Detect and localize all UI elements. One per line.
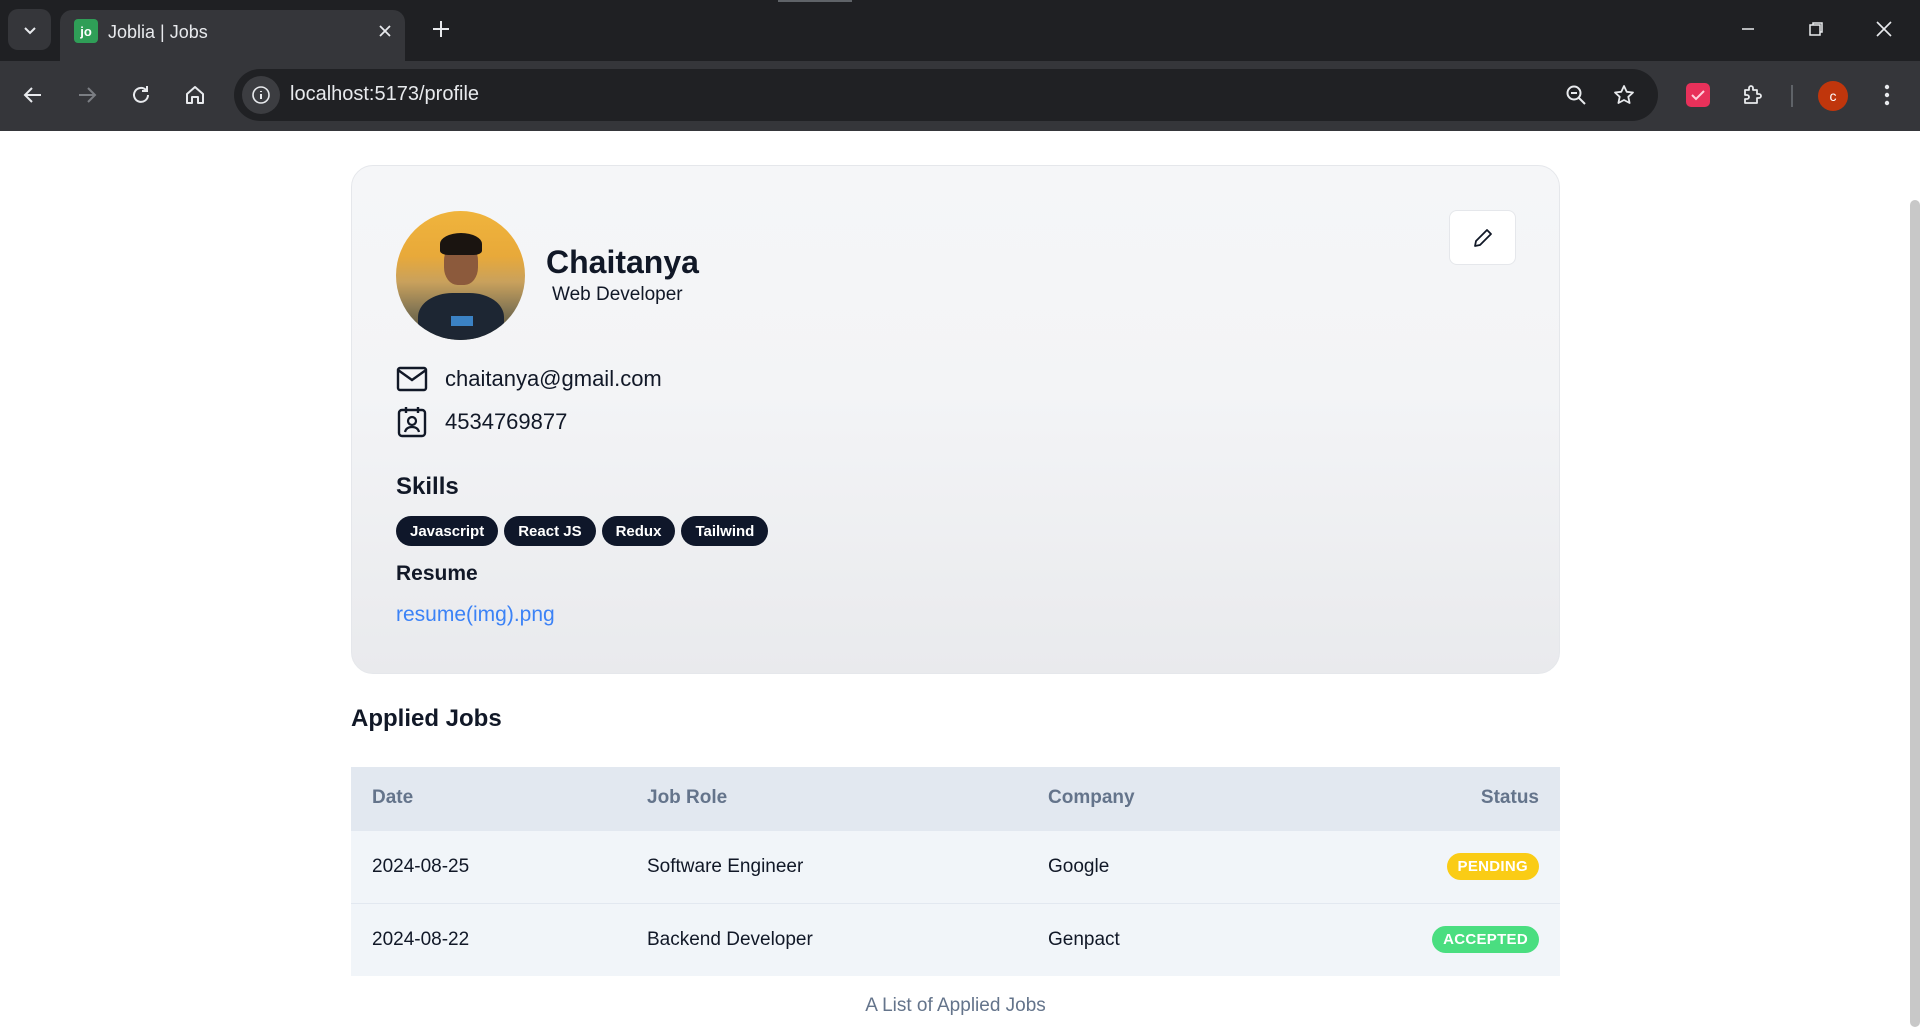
- chevron-down-icon: [23, 26, 36, 34]
- column-header-date: Date: [351, 767, 626, 830]
- browser-toolbar: localhost:5173/profile c: [0, 61, 1920, 131]
- home-button[interactable]: [175, 75, 215, 115]
- forward-button[interactable]: [67, 75, 107, 115]
- new-tab-button[interactable]: [424, 12, 458, 46]
- column-header-job-role: Job Role: [626, 767, 1027, 830]
- job-company: Google: [1027, 829, 1274, 903]
- column-header-status: Status: [1273, 767, 1560, 830]
- column-header-company: Company: [1027, 767, 1274, 830]
- tab-search-button[interactable]: [8, 9, 51, 50]
- zoom-out-icon: [1566, 85, 1586, 105]
- home-icon: [186, 86, 204, 104]
- arrow-left-icon: [23, 87, 41, 103]
- profile-role: Web Developer: [552, 284, 683, 305]
- skill-badge: Tailwind: [681, 516, 769, 546]
- applied-jobs-heading: Applied Jobs: [351, 705, 502, 732]
- close-icon: [379, 25, 391, 37]
- skill-badge: React JS: [504, 516, 596, 546]
- table-caption: A List of Applied Jobs: [865, 995, 1046, 1016]
- info-icon: [252, 86, 270, 104]
- email-row: chaitanya@gmail.com: [396, 363, 662, 395]
- job-date: 2024-08-22: [351, 902, 626, 976]
- resume-heading: Resume: [396, 562, 478, 585]
- profile-phone: 4534769877: [445, 409, 568, 434]
- reload-button[interactable]: [121, 75, 161, 115]
- site-info-button[interactable]: [242, 76, 280, 114]
- status-badge: ACCEPTED: [1432, 926, 1539, 954]
- extension-button[interactable]: [1682, 79, 1714, 111]
- favicon-icon: jo: [74, 19, 98, 43]
- star-icon: [1614, 85, 1634, 104]
- restore-button[interactable]: [1782, 0, 1850, 58]
- status-badge: PENDING: [1446, 853, 1539, 880]
- close-icon: [1876, 21, 1892, 37]
- skill-badge: Redux: [601, 516, 676, 546]
- skills-list: Javascript React JS Redux Tailwind: [396, 516, 769, 546]
- pencil-icon: [1473, 228, 1492, 247]
- toolbar-divider: [1791, 85, 1793, 107]
- table-row: 2024-08-22 Backend Developer Genpact ACC…: [351, 902, 1560, 976]
- zoom-button[interactable]: [1562, 81, 1590, 109]
- browser-tabstrip: jo Joblia | Jobs: [0, 0, 1920, 61]
- reload-icon: [133, 86, 149, 103]
- profile-email: chaitanya@gmail.com: [445, 366, 662, 391]
- skill-badge: Javascript: [396, 516, 499, 546]
- profile-name: Chaitanya: [546, 244, 699, 280]
- window-close-button[interactable]: [1850, 0, 1918, 58]
- job-role: Software Engineer: [626, 829, 1027, 903]
- edit-profile-button[interactable]: [1449, 210, 1516, 265]
- job-status-cell: ACCEPTED: [1273, 902, 1560, 976]
- profile-avatar-photo: [396, 211, 525, 340]
- table-header-row: Date Job Role Company Status: [351, 767, 1560, 830]
- contact-card-icon: [396, 406, 428, 438]
- page-scrollbar[interactable]: [1910, 200, 1920, 1027]
- puzzle-icon: [1744, 85, 1762, 104]
- extension-app-icon: [1686, 83, 1710, 107]
- minimize-icon: [1742, 28, 1754, 30]
- profile-card: Chaitanya Web Developer chaitanya@gmail.…: [351, 165, 1560, 674]
- more-vertical-icon: [1884, 84, 1890, 106]
- applied-jobs-table: Date Job Role Company Status 2024-08-25 …: [351, 767, 1560, 976]
- tab-close-button[interactable]: [373, 19, 397, 43]
- bookmark-button[interactable]: [1610, 81, 1638, 109]
- phone-row: 4534769877: [396, 406, 567, 438]
- job-role: Backend Developer: [626, 902, 1027, 976]
- job-company: Genpact: [1027, 902, 1274, 976]
- url-text[interactable]: localhost:5173/profile: [290, 83, 479, 106]
- skills-heading: Skills: [396, 473, 459, 500]
- mail-icon: [396, 363, 428, 395]
- address-bar[interactable]: localhost:5173/profile: [234, 69, 1658, 121]
- job-date: 2024-08-25: [351, 829, 626, 903]
- arrow-right-icon: [79, 87, 97, 103]
- back-button[interactable]: [13, 75, 53, 115]
- extensions-menu-button[interactable]: [1737, 79, 1769, 111]
- plus-icon: [433, 21, 449, 37]
- restore-icon: [1809, 22, 1823, 36]
- table-row: 2024-08-25 Software Engineer Google PEND…: [351, 829, 1560, 903]
- browser-menu-button[interactable]: [1871, 79, 1903, 111]
- minimize-button[interactable]: [1714, 0, 1782, 58]
- profile-avatar[interactable]: c: [1818, 81, 1848, 111]
- browser-tab-active[interactable]: jo Joblia | Jobs: [60, 10, 405, 61]
- resume-link[interactable]: resume(img).png: [396, 603, 555, 627]
- tabstrip-indicator: [778, 0, 852, 2]
- tab-title: Joblia | Jobs: [108, 22, 208, 42]
- job-status-cell: PENDING: [1273, 829, 1560, 903]
